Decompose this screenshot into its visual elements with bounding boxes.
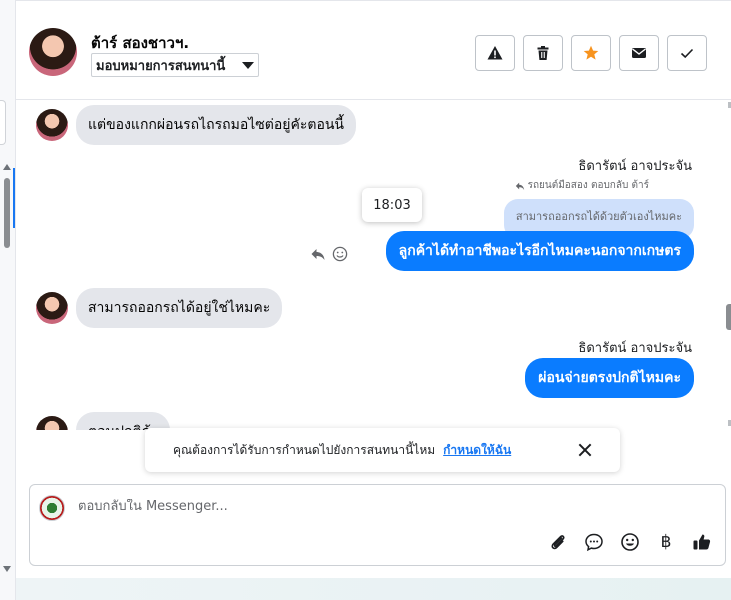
like-button[interactable] — [691, 531, 713, 553]
attach-button[interactable] — [547, 531, 569, 553]
message-input[interactable] — [78, 499, 678, 514]
chevron-down-icon — [242, 61, 254, 69]
warning-icon — [487, 46, 503, 60]
message-actions — [310, 246, 348, 262]
sender-name: ธิดารัตน์ อาจประจัน — [578, 159, 692, 174]
reply-composer: ฿ — [29, 484, 726, 566]
contact-avatar-small — [36, 416, 68, 430]
spam-button[interactable] — [475, 35, 515, 71]
assign-to-me-link[interactable]: กำหนดให้ฉัน — [443, 441, 511, 460]
contact-avatar[interactable] — [29, 28, 77, 76]
message-thread[interactable]: แต่ของแกกผ่อนรถไถรถมอไซต่อยู่คัะตอนนี้ ธ… — [16, 100, 726, 430]
thumbs-up-icon — [693, 534, 711, 550]
collapsed-list-card[interactable] — [0, 100, 6, 145]
incoming-message-row: สามารถออกรถได้อยู่ใช่ไหมคะ — [36, 288, 283, 328]
conversation-header: ต้าร์ สองชาวฯ. มอบหมายการสนทนานี้ — [16, 0, 731, 100]
incoming-message-bubble[interactable]: สามารถออกรถได้อยู่ใช่ไหมคะ — [76, 288, 283, 328]
incoming-message-bubble[interactable]: แต่ของแกกผ่อนรถไถรถมอไซต่อยู่คัะตอนนี้ — [76, 105, 357, 145]
speech-bubble-icon — [585, 533, 603, 552]
reply-context: รถยนต์มือสอง ตอบกลับ ต้าร์ — [515, 178, 649, 193]
right-scrollbar-thumb[interactable] — [726, 304, 731, 330]
emoji-react-icon[interactable] — [332, 246, 348, 262]
envelope-icon — [632, 48, 646, 58]
sender-name: ธิดารัตน์ อาจประจัน — [578, 341, 692, 356]
contact-avatar-small — [36, 109, 68, 141]
bottom-strip — [16, 578, 731, 600]
outgoing-message-bubble[interactable]: ลูกค้าได้ทำอาชีพอะไรอีกไหมคะนอกจากเกษตร — [385, 231, 694, 271]
left-scrollbar-thumb[interactable] — [4, 178, 10, 248]
emoji-button[interactable] — [619, 531, 641, 553]
page-avatar — [39, 495, 65, 521]
contact-avatar-small — [36, 292, 68, 324]
assign-prompt-text: คุณต้องการได้รับการกำหนดไปยังการสนทนานี้… — [173, 442, 436, 457]
composer-toolbar: ฿ — [547, 531, 713, 553]
paperclip-icon — [551, 535, 565, 550]
assign-to-me-banner: คุณต้องการได้รับการกำหนดไปยังการสนทนานี้… — [145, 428, 620, 472]
star-button[interactable] — [571, 35, 611, 71]
reply-context-text: รถยนต์มือสอง ตอบกลับ ต้าร์ — [527, 180, 649, 191]
check-icon — [680, 48, 694, 59]
timestamp-tooltip: 18:03 — [362, 188, 422, 222]
left-scroll-panel — [0, 0, 16, 600]
mark-unread-button[interactable] — [619, 35, 659, 71]
scroll-down-arrow[interactable] — [3, 566, 11, 572]
reply-icon[interactable] — [310, 246, 326, 262]
assign-conversation-dropdown[interactable]: มอบหมายการสนทนานี้ — [91, 53, 259, 77]
trash-icon — [537, 46, 549, 60]
saved-replies-button[interactable] — [583, 531, 605, 553]
delete-button[interactable] — [523, 35, 563, 71]
contact-name[interactable]: ต้าร์ สองชาวฯ. — [91, 31, 189, 55]
mark-done-button[interactable] — [667, 35, 707, 71]
outgoing-message-bubble[interactable]: ผ่อนจ่ายตรงปกติไหมคะ — [525, 358, 694, 398]
reply-arrow-icon — [515, 182, 524, 190]
close-icon[interactable] — [578, 443, 592, 457]
incoming-message-row: แต่ของแกกผ่อนรถไถรถมอไซต่อยู่คัะตอนนี้ — [36, 105, 357, 145]
emoji-icon — [621, 533, 639, 551]
baht-icon[interactable]: ฿ — [655, 531, 677, 553]
selected-indicator — [13, 168, 15, 228]
star-icon — [583, 45, 599, 60]
scroll-up-arrow[interactable] — [3, 164, 11, 170]
assign-dropdown-label: มอบหมายการสนทนานี้ — [96, 58, 226, 74]
